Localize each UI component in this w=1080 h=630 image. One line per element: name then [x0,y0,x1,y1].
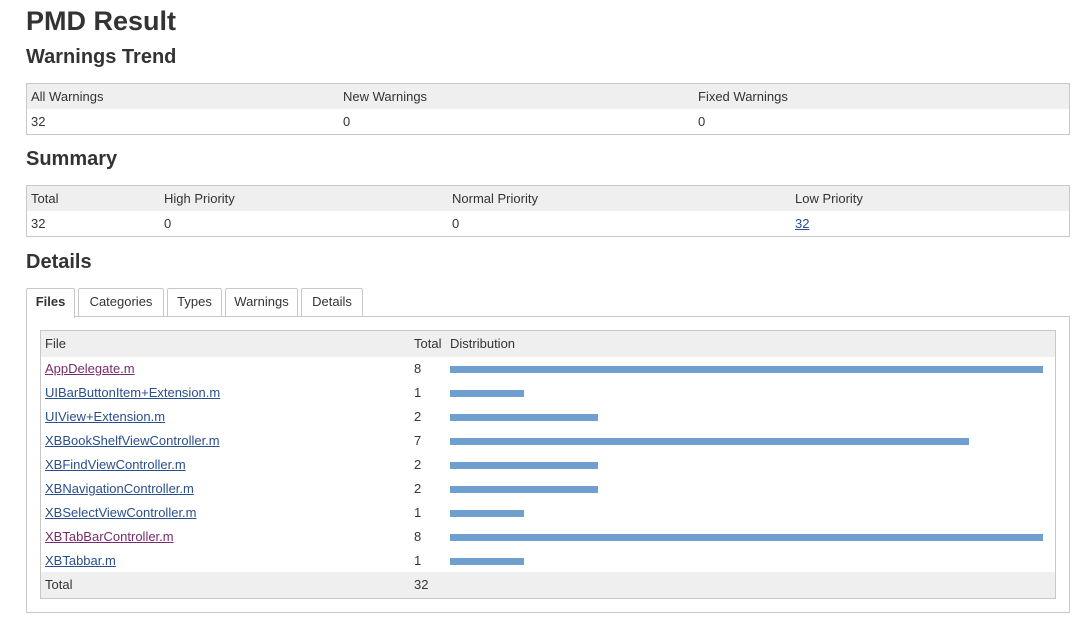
warnings-trend-heading: Warnings Trend [26,46,177,68]
table-row: XBBookShelfViewController.m 7 [41,429,1055,453]
table-row: UIBarButtonItem+Extension.m 1 [41,381,1055,405]
value-fixed-warnings: 0 [698,114,706,129]
value-normal-priority: 0 [452,216,460,231]
file-total: 2 [414,457,422,472]
header-file-total: Total [414,336,442,351]
table-row: XBTabBarController.m 8 [41,525,1055,549]
file-link[interactable]: XBFindViewController.m [45,457,186,472]
tab-details[interactable]: Details [301,288,363,316]
summary-table: Total High Priority Normal Priority Low … [26,185,1070,237]
distribution-bar [450,534,1043,541]
summary-heading: Summary [26,148,118,170]
file-link[interactable]: UIView+Extension.m [45,409,165,424]
file-cell: XBTabBarController.m [45,525,174,549]
header-total: Total [31,191,59,206]
table-row: AppDelegate.m 8 [41,357,1055,381]
distribution-bar [450,438,969,445]
files-footer-row: Total 32 [41,572,1055,598]
page-title: PMD Result [26,6,177,36]
file-link[interactable]: UIBarButtonItem+Extension.m [45,385,220,400]
header-low-priority: Low Priority [795,191,863,206]
header-normal-priority: Normal Priority [452,191,538,206]
header-distribution: Distribution [450,336,516,351]
file-cell: XBBookShelfViewController.m [45,429,220,453]
file-cell: UIBarButtonItem+Extension.m [45,381,220,405]
distribution-bar [450,558,524,565]
summary-value-row: 32 0 0 32 [27,211,1069,236]
low-priority-link[interactable]: 32 [795,216,809,231]
warnings-trend-header-row: All Warnings New Warnings Fixed Warnings [27,84,1069,109]
file-cell: UIView+Extension.m [45,405,165,429]
table-row: XBFindViewController.m 2 [41,453,1055,477]
header-fixed-warnings: Fixed Warnings [698,89,788,104]
value-all-warnings: 32 [31,114,46,129]
details-heading: Details [26,251,92,273]
file-total: 2 [414,409,422,424]
file-total: 1 [414,385,422,400]
table-row: XBSelectViewController.m 1 [41,501,1055,525]
file-total: 1 [414,505,422,520]
file-link[interactable]: XBNavigationController.m [45,481,194,496]
warnings-trend-table: All Warnings New Warnings Fixed Warnings… [26,83,1070,135]
files-header-row: File Total Distribution [41,331,1055,357]
distribution-bar [450,462,598,469]
file-link[interactable]: XBSelectViewController.m [45,505,197,520]
file-link[interactable]: XBTabBarController.m [45,529,174,544]
file-cell: XBNavigationController.m [45,477,194,501]
value-high-priority: 0 [164,216,172,231]
distribution-bar [450,414,598,421]
distribution-bar [450,486,598,493]
value-low-priority-cell: 32 [795,211,809,236]
summary-header-row: Total High Priority Normal Priority Low … [27,186,1069,211]
file-total: 2 [414,481,422,496]
file-total: 8 [414,529,422,544]
distribution-bar [450,390,524,397]
file-cell: AppDelegate.m [45,357,135,381]
files-tab-panel: File Total Distribution AppDelegate.m 8 UI… [26,316,1070,613]
header-file: File [45,336,66,351]
file-link[interactable]: XBTabbar.m [45,553,116,568]
tab-types[interactable]: Types [167,288,222,316]
file-cell: XBFindViewController.m [45,453,186,477]
files-table: File Total Distribution AppDelegate.m 8 UI… [40,330,1056,599]
file-cell: XBSelectViewController.m [45,501,197,525]
value-new-warnings: 0 [343,114,351,129]
table-row: UIView+Extension.m 2 [41,405,1055,429]
distribution-bar [450,510,524,517]
value-total: 32 [31,216,46,231]
table-row: XBNavigationController.m 2 [41,477,1055,501]
distribution-bar [450,366,1043,373]
tab-files[interactable]: Files [26,288,75,318]
table-row: XBTabbar.m 1 [41,549,1055,573]
header-new-warnings: New Warnings [343,89,428,104]
file-link[interactable]: AppDelegate.m [45,361,135,376]
file-total: 8 [414,361,422,376]
warnings-trend-value-row: 32 0 0 [27,109,1069,134]
tab-categories[interactable]: Categories [78,288,164,316]
footer-total-label: Total [45,577,73,592]
file-total: 1 [414,553,422,568]
file-total: 7 [414,433,422,448]
header-high-priority: High Priority [164,191,235,206]
header-all-warnings: All Warnings [31,89,104,104]
file-link[interactable]: XBBookShelfViewController.m [45,433,220,448]
footer-total-value: 32 [414,577,429,592]
tab-warnings[interactable]: Warnings [225,288,298,316]
file-cell: XBTabbar.m [45,549,116,573]
